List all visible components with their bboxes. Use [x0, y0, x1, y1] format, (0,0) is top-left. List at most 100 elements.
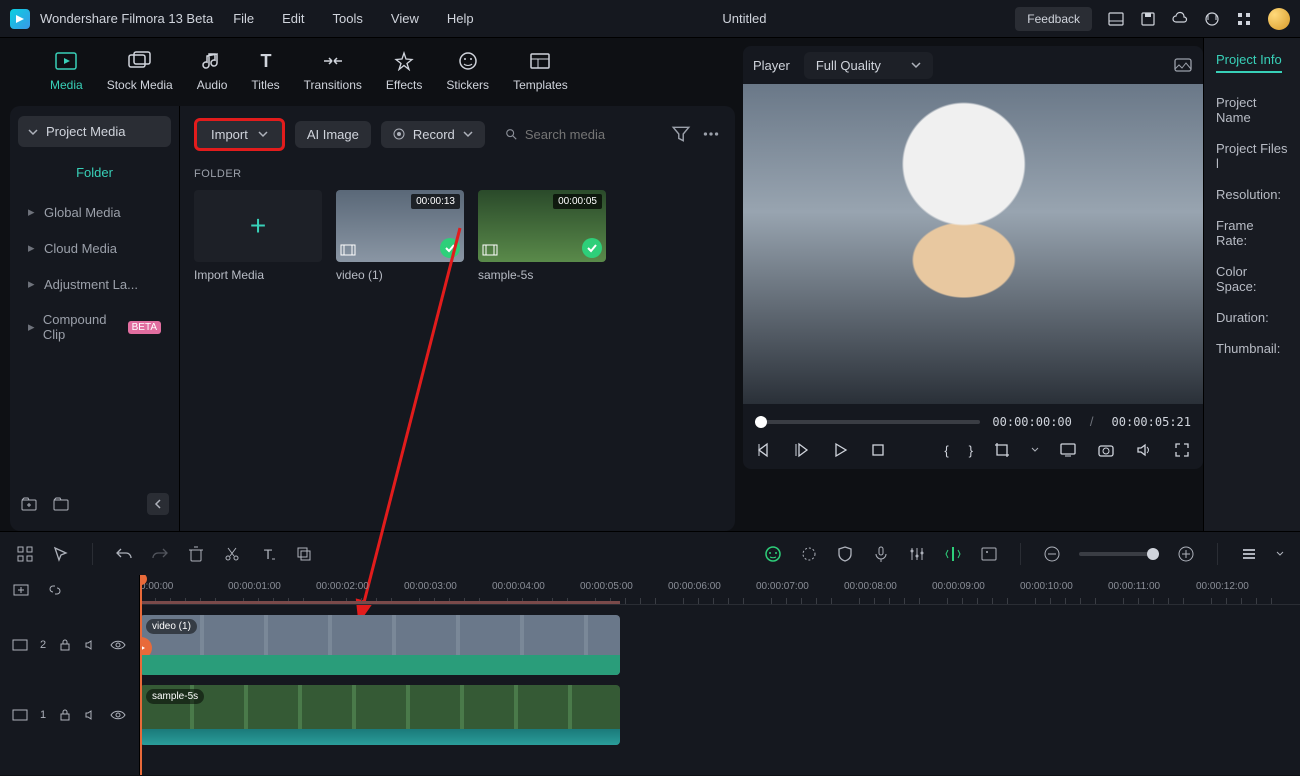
delete-icon[interactable]: [187, 545, 205, 563]
player-viewport[interactable]: [743, 84, 1203, 404]
support-icon[interactable]: [1204, 11, 1220, 27]
filter-icon[interactable]: [671, 124, 691, 144]
mark-out-button[interactable]: }: [969, 443, 973, 458]
menu-help[interactable]: Help: [447, 11, 474, 26]
sidebar-item-global-media[interactable]: ▸Global Media: [18, 194, 171, 230]
display-icon[interactable]: [1059, 441, 1077, 459]
layout-icon[interactable]: [1108, 11, 1124, 27]
new-folder-icon[interactable]: [20, 495, 38, 513]
image-tool-icon[interactable]: [980, 545, 998, 563]
eye-icon[interactable]: [110, 708, 126, 722]
tab-media[interactable]: Media: [50, 50, 83, 102]
menu-bar: File Edit Tools View Help: [233, 11, 473, 26]
split-icon[interactable]: [223, 545, 241, 563]
folder-icon[interactable]: [52, 495, 70, 513]
play-icon[interactable]: [831, 441, 849, 459]
mark-in-button[interactable]: {: [944, 443, 948, 458]
project-media-button[interactable]: Project Media: [18, 116, 171, 147]
text-icon[interactable]: T: [259, 545, 277, 563]
save-icon[interactable]: [1140, 11, 1156, 27]
timeline-canvas[interactable]: 0:00:0000:00:01:0000:00:02:0000:00:03:00…: [140, 575, 1300, 775]
clip-sample[interactable]: sample-5s: [140, 685, 620, 745]
menu-view[interactable]: View: [391, 11, 419, 26]
eye-icon[interactable]: [110, 638, 126, 652]
stickers-icon: [456, 50, 480, 72]
track-header-1[interactable]: 1: [0, 685, 139, 745]
mute-icon[interactable]: [84, 638, 98, 652]
quality-select[interactable]: Full Quality: [804, 52, 933, 79]
search-box[interactable]: [495, 121, 661, 148]
grid-icon[interactable]: [16, 545, 34, 563]
menu-edit[interactable]: Edit: [282, 11, 304, 26]
mute-icon[interactable]: [84, 708, 98, 722]
tab-stock-media[interactable]: Stock Media: [107, 50, 173, 102]
color-wheel-icon[interactable]: [800, 545, 818, 563]
redo-icon[interactable]: [151, 545, 169, 563]
volume-icon[interactable]: [1135, 441, 1153, 459]
sidebar-item-adjustment-layer[interactable]: ▸Adjustment La...: [18, 266, 171, 302]
stop-icon[interactable]: [869, 441, 887, 459]
clip-video1[interactable]: video (1): [140, 615, 620, 675]
user-avatar[interactable]: [1268, 8, 1290, 30]
track-1[interactable]: sample-5s: [140, 685, 1300, 745]
cloud-icon[interactable]: [1172, 11, 1188, 27]
shield-icon[interactable]: [836, 545, 854, 563]
zoom-in-icon[interactable]: [1177, 545, 1195, 563]
chevron-down-icon[interactable]: [1276, 550, 1284, 558]
track-2[interactable]: video (1): [140, 615, 1300, 675]
search-input[interactable]: [525, 127, 651, 142]
app-name: Wondershare Filmora 13 Beta: [40, 11, 213, 26]
svg-text:T: T: [260, 51, 271, 71]
link-icon[interactable]: [46, 581, 64, 599]
mixer-icon[interactable]: [908, 545, 926, 563]
chevron-down-icon: [28, 127, 38, 137]
mic-icon[interactable]: [872, 545, 890, 563]
sidebar-item-compound-clip[interactable]: ▸Compound ClipBETA: [18, 302, 171, 352]
import-media-tile[interactable]: + Import Media: [194, 190, 322, 282]
thumb-label: sample-5s: [478, 268, 606, 282]
import-button[interactable]: Import: [194, 118, 285, 151]
marker-icon[interactable]: [944, 545, 962, 563]
undo-icon[interactable]: [115, 545, 133, 563]
ai-icon[interactable]: [764, 545, 782, 563]
sidebar-item-cloud-media[interactable]: ▸Cloud Media: [18, 230, 171, 266]
lock-icon[interactable]: [58, 638, 72, 652]
step-back-icon[interactable]: [793, 441, 811, 459]
tab-label: Effects: [386, 78, 422, 92]
add-track-icon[interactable]: [12, 581, 30, 599]
menu-file[interactable]: File: [233, 11, 254, 26]
prev-frame-icon[interactable]: [755, 441, 773, 459]
more-icon[interactable]: [701, 124, 721, 144]
track-header-2[interactable]: 2: [0, 615, 139, 675]
crop-tool-icon[interactable]: [295, 545, 313, 563]
tab-audio[interactable]: Audio: [197, 50, 228, 102]
feedback-button[interactable]: Feedback: [1015, 7, 1092, 31]
tab-titles[interactable]: T Titles: [251, 50, 279, 102]
crop-icon[interactable]: [993, 441, 1011, 459]
media-thumb-video1[interactable]: 00:00:13 video (1): [336, 190, 464, 282]
tab-stickers[interactable]: Stickers: [446, 50, 489, 102]
list-view-icon[interactable]: [1240, 545, 1258, 563]
pointer-icon[interactable]: [52, 545, 70, 563]
zoom-slider[interactable]: [1079, 552, 1159, 556]
tab-project-info[interactable]: Project Info: [1216, 48, 1282, 73]
record-button[interactable]: Record: [381, 121, 485, 148]
collapse-sidebar-button[interactable]: [147, 493, 169, 515]
media-thumb-sample[interactable]: 00:00:05 sample-5s: [478, 190, 606, 282]
snapshot-icon[interactable]: [1173, 55, 1193, 75]
chevron-down-icon[interactable]: [1031, 446, 1039, 454]
lock-icon[interactable]: [58, 708, 72, 722]
seek-bar[interactable]: [755, 420, 980, 424]
zoom-out-icon[interactable]: [1043, 545, 1061, 563]
camera-icon[interactable]: [1097, 441, 1115, 459]
playhead[interactable]: [140, 575, 142, 775]
fullscreen-icon[interactable]: [1173, 441, 1191, 459]
menu-tools[interactable]: Tools: [333, 11, 363, 26]
prop-frame-rate: Frame Rate:: [1216, 210, 1288, 256]
apps-icon[interactable]: [1236, 11, 1252, 27]
ai-image-button[interactable]: AI Image: [295, 121, 371, 148]
tab-transitions[interactable]: Transitions: [304, 50, 362, 102]
tab-effects[interactable]: Effects: [386, 50, 422, 102]
prop-thumbnail: Thumbnail:: [1216, 333, 1288, 364]
tab-templates[interactable]: Templates: [513, 50, 568, 102]
